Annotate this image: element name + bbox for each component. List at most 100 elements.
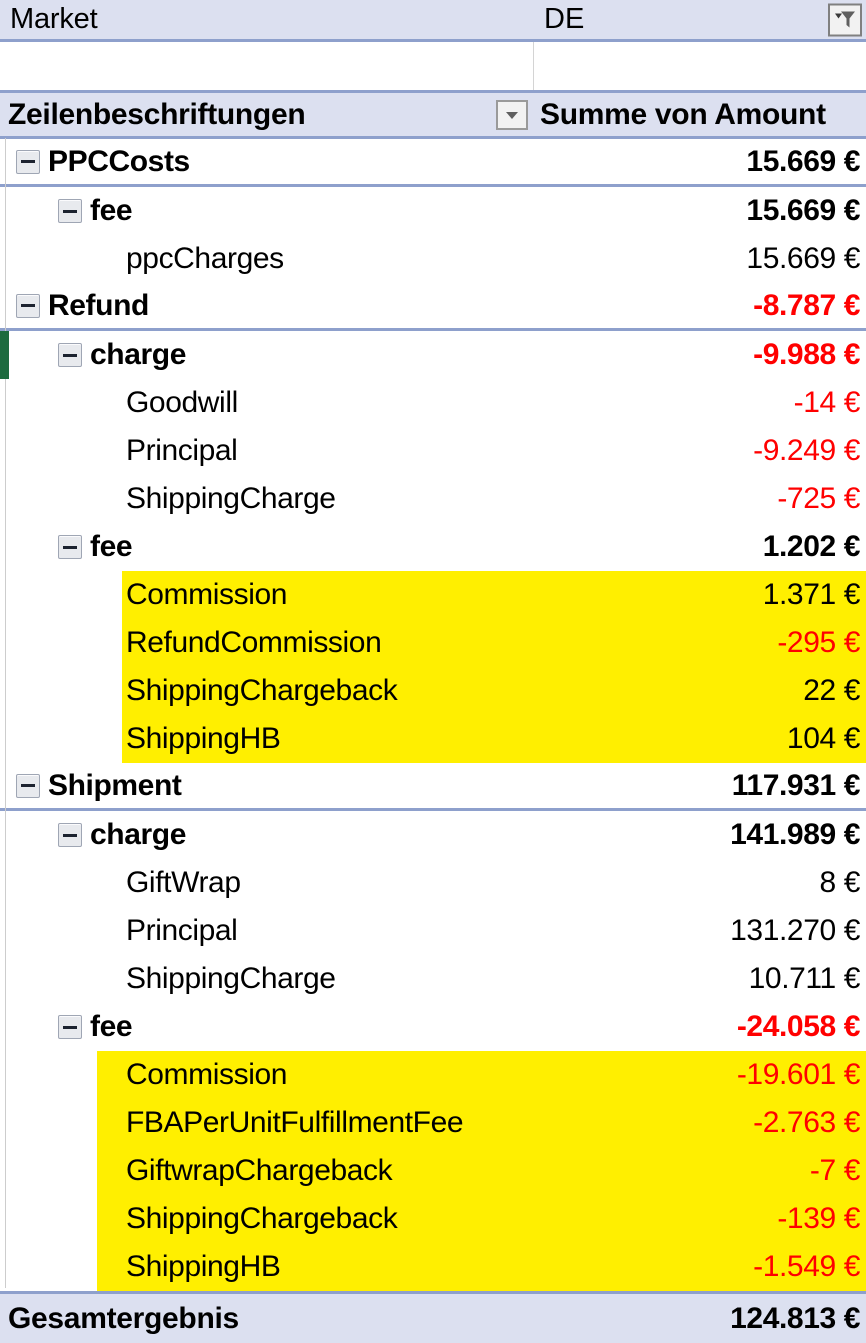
row-value-text: 15.669 € <box>746 144 860 178</box>
row-value-cell: -8.787 € <box>534 283 866 328</box>
row-value-cell: -295 € <box>534 619 866 667</box>
table-row[interactable]: ShippingCharge -725 € <box>0 475 866 523</box>
row-label-text: Principal <box>126 434 238 467</box>
table-row[interactable]: charge -9.988 € <box>0 331 866 379</box>
row-indent-wrap: ShippingCharge <box>126 962 336 996</box>
table-row[interactable]: Commission 1.371 € <box>0 571 866 619</box>
row-indent-wrap: Principal <box>126 434 238 468</box>
table-row[interactable]: fee -24.058 € <box>0 1003 866 1051</box>
row-value-text: 131.270 € <box>730 914 860 947</box>
row-indent-wrap: GiftwrapChargeback <box>126 1154 393 1188</box>
row-value-text: -1.549 € <box>753 1250 860 1283</box>
table-row[interactable]: ShippingCharge 10.711 € <box>0 955 866 1003</box>
table-row[interactable]: Goodwill -14 € <box>0 379 866 427</box>
row-label-cell: GiftWrap <box>0 859 534 907</box>
row-value-text: -19.601 € <box>736 1058 861 1091</box>
row-labels-header-text: Zeilenbeschriftungen <box>8 97 306 131</box>
report-filter-row: Market DE <box>0 0 866 42</box>
table-row[interactable]: fee 15.669 € <box>0 187 866 235</box>
row-label-text: ShippingHB <box>126 1250 281 1283</box>
table-row[interactable]: GiftwrapChargeback -7 € <box>0 1147 866 1195</box>
row-indent-wrap: ppcCharges <box>126 242 284 276</box>
row-value-text: -139 € <box>777 1202 860 1235</box>
row-label-cell: Shipment <box>0 763 534 808</box>
row-value-cell: -9.988 € <box>534 331 866 379</box>
row-indent-wrap: Goodwill <box>126 386 238 420</box>
row-indent-wrap: charge <box>58 338 186 372</box>
row-label-cell: ShippingChargeback <box>0 667 534 715</box>
row-label-cell: Principal <box>0 427 534 475</box>
row-indent-wrap: ShippingHB <box>126 722 281 756</box>
row-label-cell: Commission <box>0 571 534 619</box>
row-label-cell: fee <box>0 523 534 571</box>
row-gutter-line <box>5 138 6 1288</box>
filter-value-text: DE <box>544 3 585 35</box>
row-indent-wrap: Shipment <box>16 768 182 803</box>
collapse-minus-icon[interactable] <box>16 293 40 318</box>
row-value-cell: -139 € <box>534 1195 866 1243</box>
collapse-minus-icon[interactable] <box>16 773 40 798</box>
table-row[interactable]: ShippingChargeback -139 € <box>0 1195 866 1243</box>
row-indent-wrap: ShippingChargeback <box>126 1202 398 1236</box>
row-indent-wrap: Commission <box>126 1058 287 1092</box>
table-row[interactable]: ShippingHB 104 € <box>0 715 866 763</box>
filter-field-label: Market <box>10 3 98 35</box>
row-label-cell: Goodwill <box>0 379 534 427</box>
row-label-cell: fee <box>0 1003 534 1051</box>
row-indent-wrap: PPCCosts <box>16 145 190 179</box>
filter-value-cell[interactable]: DE <box>534 0 866 39</box>
row-value-text: 15.669 € <box>746 194 860 227</box>
table-row[interactable]: Principal 131.270 € <box>0 907 866 955</box>
table-row[interactable]: Refund -8.787 € <box>0 283 866 331</box>
row-indent-wrap: Principal <box>126 914 238 948</box>
minus-glyph <box>21 160 35 163</box>
row-label-text: ShippingCharge <box>126 962 336 995</box>
collapse-minus-icon[interactable] <box>58 343 82 367</box>
row-label-text: Commission <box>126 1058 288 1091</box>
table-row[interactable]: Shipment 117.931 € <box>0 763 866 811</box>
row-value-cell: -725 € <box>534 475 866 523</box>
collapse-minus-icon[interactable] <box>58 535 82 559</box>
row-label-text: Shipment <box>48 768 182 802</box>
row-label-text: ShippingChargeback <box>126 674 398 707</box>
filter-funnel-icon[interactable] <box>828 3 862 36</box>
table-row[interactable]: RefundCommission -295 € <box>0 619 866 667</box>
table-row[interactable]: fee 1.202 € <box>0 523 866 571</box>
chevron-down-icon[interactable] <box>496 99 528 130</box>
table-row[interactable]: GiftWrap 8 € <box>0 859 866 907</box>
row-value-cell: -1.549 € <box>534 1243 866 1291</box>
table-row[interactable]: charge 141.989 € <box>0 811 866 859</box>
row-label-text: GiftWrap <box>126 866 241 899</box>
chevron-down-glyph <box>506 111 518 119</box>
row-value-text: 22 € <box>803 674 860 707</box>
table-row[interactable]: Commission -19.601 € <box>0 1051 866 1099</box>
row-label-text: ShippingHB <box>126 722 281 755</box>
row-label-cell: ShippingHB <box>0 1243 534 1291</box>
row-label-text: ShippingChargeback <box>126 1202 398 1235</box>
row-value-text: -295 € <box>777 626 860 659</box>
collapse-minus-icon[interactable] <box>58 199 82 223</box>
row-label-cell: ppcCharges <box>0 235 534 283</box>
collapse-minus-icon[interactable] <box>58 1015 82 1039</box>
row-label-cell: GiftwrapChargeback <box>0 1147 534 1195</box>
row-label-cell: FBAPerUnitFulfillmentFee <box>0 1099 534 1147</box>
row-label-text: FBAPerUnitFulfillmentFee <box>126 1106 464 1139</box>
table-row[interactable]: FBAPerUnitFulfillmentFee -2.763 € <box>0 1099 866 1147</box>
row-labels-header[interactable]: Zeilenbeschriftungen <box>0 98 534 132</box>
table-row[interactable]: ppcCharges 15.669 € <box>0 235 866 283</box>
table-row[interactable]: Principal -9.249 € <box>0 427 866 475</box>
grand-total-label: Gesamtergebnis <box>8 1301 239 1335</box>
row-label-cell: ShippingCharge <box>0 955 534 1003</box>
row-indent-wrap: RefundCommission <box>126 626 382 660</box>
row-indent-wrap: ShippingHB <box>126 1250 281 1284</box>
collapse-minus-icon[interactable] <box>16 149 40 174</box>
row-value-text: -2.763 € <box>753 1106 860 1139</box>
table-row[interactable]: ShippingChargeback 22 € <box>0 667 866 715</box>
minus-glyph <box>21 784 35 787</box>
table-row[interactable]: ShippingHB -1.549 € <box>0 1243 866 1291</box>
row-label-text: GiftwrapChargeback <box>126 1154 393 1187</box>
collapse-minus-icon[interactable] <box>58 823 82 847</box>
row-value-text: 10.711 € <box>748 962 861 995</box>
row-indent-wrap: fee <box>58 194 133 228</box>
table-row[interactable]: PPCCosts 15.669 € <box>0 139 866 187</box>
